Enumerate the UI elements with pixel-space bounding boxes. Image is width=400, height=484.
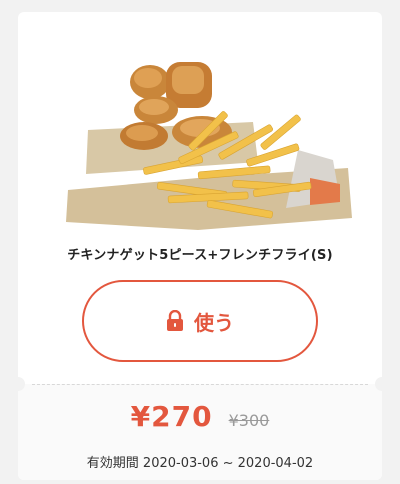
notch-right [375, 377, 389, 391]
product-name: チキンナゲット5ピース+フレンチフライ(S) [67, 248, 333, 263]
use-coupon-button[interactable]: 使う [82, 280, 318, 362]
discount-price: ¥270 [130, 400, 213, 433]
perforation-divider [32, 384, 368, 385]
use-button-label: 使う [194, 310, 234, 335]
notch-left [11, 377, 25, 391]
original-price: ¥300 [228, 411, 270, 430]
nuggets [120, 62, 232, 150]
coupon-card: チキンナゲット5ピース+フレンチフライ(S) 使う ¥270 ¥300 有効期間… [11, 12, 389, 480]
price-row: ¥270 ¥300 [18, 400, 382, 433]
validity-period: 有効期間 2020-03-06 ~ 2020-04-02 [86, 456, 314, 471]
product-image [66, 62, 352, 230]
lock-icon [167, 310, 183, 331]
